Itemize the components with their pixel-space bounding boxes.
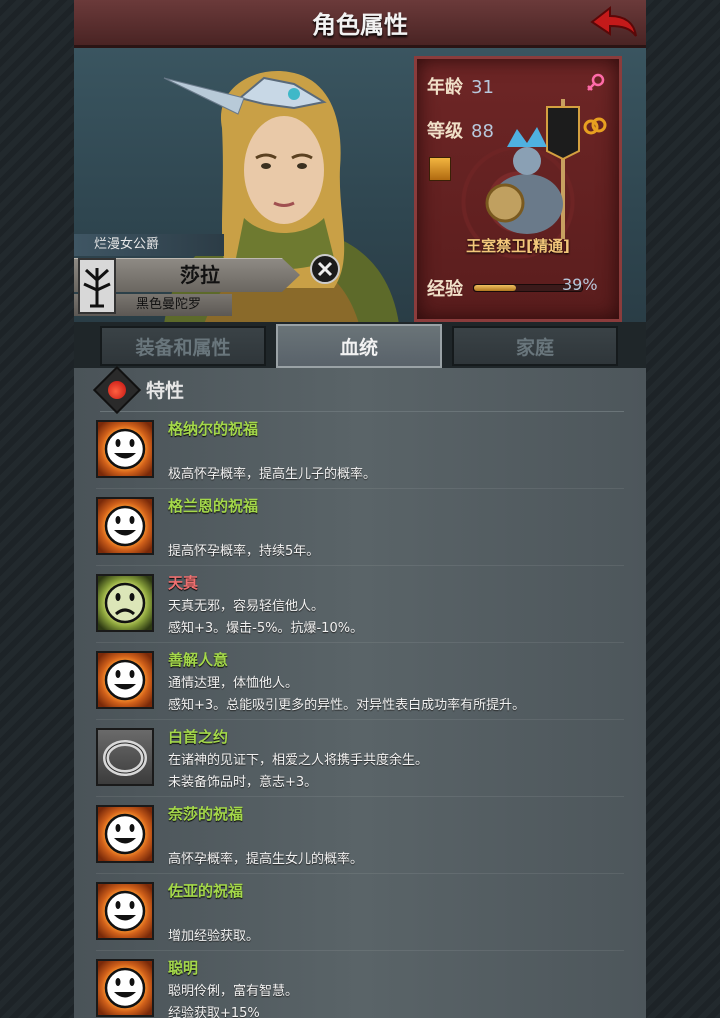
smile-icon <box>96 882 154 940</box>
trait-description: 极高怀孕概率，提高生儿子的概率。 <box>168 467 377 482</box>
age-row: 年龄 31 <box>427 73 494 99</box>
left-background <box>0 0 74 1018</box>
trait-description: 增加经验获取。 <box>168 929 260 944</box>
house-sigil-icon <box>78 258 116 314</box>
trait-body: 白首之约在诸神的见证下，相爱之人将携手共度余生。 未装备饰品时，意志+3。 <box>168 728 624 796</box>
trait-name: 格兰恩的祝福 <box>168 497 259 515</box>
trait-description: 经验获取+15% <box>168 1006 260 1018</box>
tab-equipment[interactable]: 装备和属性 <box>100 326 266 366</box>
trait-body: 善解人意通情达理，体恤他人。感知+3。总能吸引更多的异性。对异性表白成功率有所提… <box>168 651 624 719</box>
section-title: 特性 <box>146 380 185 402</box>
trait-body: 格纳尔的祝福极高怀孕概率，提高生儿子的概率。 <box>168 420 624 488</box>
list-item[interactable]: 奈莎的祝福高怀孕概率，提高生女儿的概率。 <box>96 797 624 874</box>
exp-row: 经验 39% <box>427 275 598 301</box>
trait-name: 奈莎的祝福 <box>168 805 244 823</box>
close-icon <box>317 261 333 277</box>
smile-icon <box>96 959 154 1017</box>
trait-body: 佐亚的祝福增加经验获取。 <box>168 882 624 950</box>
age-value: 31 <box>471 77 494 98</box>
list-item[interactable]: 佐亚的祝福增加经验获取。 <box>96 874 624 951</box>
trait-description: 感知+3。爆击-5%。抗爆-10%。 <box>168 621 364 636</box>
exp-label: 经验 <box>427 279 463 300</box>
right-background <box>646 0 720 1018</box>
page-title: 角色属性 <box>312 11 408 39</box>
smile-icon <box>96 497 154 555</box>
unit-name: 王室禁卫[精通] <box>466 237 570 255</box>
back-button[interactable] <box>588 4 640 44</box>
info-card: 年龄 31 等级 88 王室禁卫[精通] 经验 39% <box>414 56 622 322</box>
trait-name: 善解人意 <box>168 651 229 669</box>
trait-name: 白首之约 <box>168 728 229 746</box>
trait-body: 天真天真无邪，容易轻信他人。感知+3。爆击-5%。抗爆-10%。 <box>168 574 624 642</box>
trait-description: 未装备饰品时，意志+3。 <box>168 775 318 790</box>
character-name: 莎拉 <box>180 263 220 287</box>
female-icon <box>585 73 605 93</box>
trait-description: 聪明伶俐，富有智慧。 <box>168 984 299 999</box>
trait-description: 高怀孕概率，提高生女儿的概率。 <box>168 852 364 867</box>
frown-icon <box>96 574 154 632</box>
trait-body: 聪明聪明伶俐，富有智慧。 经验获取+15% <box>168 959 624 1018</box>
trait-body: 格兰恩的祝福提高怀孕概率，持续5年。 <box>168 497 624 565</box>
trait-section-icon <box>92 365 142 414</box>
list-item[interactable]: 天真天真无邪，容易轻信他人。感知+3。爆击-5%。抗爆-10%。 <box>96 566 624 643</box>
trait-description: 在诸神的见证下，相爱之人将携手共度余生。 <box>168 753 429 768</box>
trait-name: 佐亚的祝福 <box>168 882 244 900</box>
smile-icon <box>96 420 154 478</box>
back-arrow-icon <box>590 5 637 37</box>
ring-icon <box>96 728 154 786</box>
trait-description: 通情达理，体恤他人。 <box>168 676 299 691</box>
nameplate: 烂漫女公爵 莎拉 黑色曼陀罗 <box>74 234 334 320</box>
list-item[interactable]: 格纳尔的祝福极高怀孕概率，提高生儿子的概率。 <box>96 412 624 489</box>
trait-name: 格纳尔的祝福 <box>168 420 259 438</box>
character-panel: 角色属性 烂漫女公爵 莎拉 黑色曼陀罗 年龄 31 等级 88 王室禁卫[精通]… <box>74 0 646 1018</box>
tab-family[interactable]: 家庭 <box>452 326 618 366</box>
section-header: 特性 <box>92 365 624 414</box>
trait-name: 天真 <box>168 574 199 592</box>
list-item[interactable]: 聪明聪明伶俐，富有智慧。 经验获取+15% <box>96 951 624 1018</box>
smile-icon <box>96 651 154 709</box>
character-title: 烂漫女公爵 <box>74 234 224 256</box>
traits-content[interactable]: 特性 格纳尔的祝福极高怀孕概率，提高生儿子的概率。 格兰恩的祝福提高怀孕概率，持续… <box>74 365 646 1018</box>
tab-bloodline[interactable]: 血统 <box>276 324 442 368</box>
royal-guard-icon <box>485 99 580 239</box>
trait-body: 奈莎的祝福高怀孕概率，提高生女儿的概率。 <box>168 805 624 873</box>
trait-description: 提高怀孕概率，持续5年。 <box>168 544 320 559</box>
trait-list: 格纳尔的祝福极高怀孕概率，提高生儿子的概率。 格兰恩的祝福提高怀孕概率，持续5年。… <box>96 412 624 1018</box>
exp-bar-fill <box>474 285 517 291</box>
list-item[interactable]: 善解人意通情达理，体恤他人。感知+3。总能吸引更多的异性。对异性表白成功率有所提… <box>96 643 624 720</box>
age-label: 年龄 <box>427 77 463 98</box>
exp-bar: 39% <box>473 275 598 294</box>
rank-badge-icon <box>429 157 451 181</box>
trait-name: 聪明 <box>168 959 199 977</box>
dismiss-button[interactable] <box>310 254 340 284</box>
exp-percent: 39% <box>562 275 598 294</box>
list-item[interactable]: 格兰恩的祝福提高怀孕概率，持续5年。 <box>96 489 624 566</box>
trait-description: 天真无邪，容易轻信他人。 <box>168 599 325 614</box>
tab-bar: 装备和属性 血统 家庭 <box>74 322 646 368</box>
smile-icon <box>96 805 154 863</box>
list-item[interactable]: 白首之约在诸神的见证下，相爱之人将携手共度余生。 未装备饰品时，意志+3。 <box>96 720 624 797</box>
title-bar: 角色属性 <box>74 0 646 48</box>
trait-description: 感知+3。总能吸引更多的异性。对异性表白成功率有所提升。 <box>168 698 526 713</box>
